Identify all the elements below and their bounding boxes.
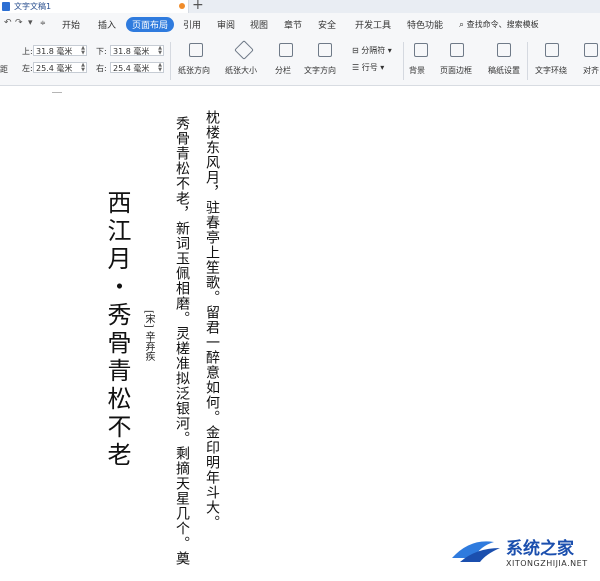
background-label: 背景 [409,66,425,75]
watermark-name: 系统之家 [506,539,574,559]
site-watermark: 系统之家 XITONGZHIJIA.NET [440,530,600,581]
line-numbers-icon: ☰ [352,63,360,72]
quick-access-more-icon[interactable]: ≑ [40,19,46,27]
align-label: 对齐 [583,66,599,75]
poem-line-second-column-text: 枕楼东风月，驻春亭上笙歌。留君一醉意如何。金印明年斗大。 [204,110,220,530]
text-direction-label: 文字方向 [304,66,336,75]
undo-icon[interactable]: ↶ [4,18,12,28]
poem-line-first-column-text: 秀骨青松不老，新词玉佩相磨。灵槎准拟泛银河。剩摘天星几个。奠 [174,116,190,566]
margin-top-value: 31.8 毫米 [36,47,73,56]
document-tab-title: 文字文稿1 [14,2,52,11]
stepper-icon[interactable]: ▲ ▼ [81,63,85,73]
writer-app-icon [2,2,10,11]
margin-left-field[interactable]: 25.4 毫米 ▲ ▼ [33,62,87,73]
margin-top-field[interactable]: 31.8 毫米 ▲ ▼ [33,45,87,56]
breaks-label: 分隔符 [361,46,386,55]
poem-line-first-column: 秀骨青松不老，新词玉佩相磨。灵槎准拟泛银河。剩摘天星几个。奠 [172,116,192,566]
orientation-label: 纸张方向 [178,66,210,75]
margin-bottom-value: 31.8 毫米 [113,47,150,56]
watermark-url: XITONGZHIJIA.NET [506,559,588,568]
command-search-label: 查找命令、搜索模板 [466,20,539,29]
document-tab[interactable]: 文字文稿1 [0,0,189,13]
page-layout-ribbon: 上: 31.8 毫米 ▲ ▼ 下: 31.8 毫米 ▲ ▼ 距 左: 25.4 毫米… [0,37,600,86]
text-wrap-label: 文字环绕 [535,66,567,75]
line-numbers-label: 行号 [361,63,378,72]
tab-home[interactable]: 开始 [62,18,80,31]
tab-references[interactable]: 引用 [183,18,201,31]
stepper-icon[interactable]: ▲ ▼ [158,46,162,56]
margins-edge-label: 距 [0,65,8,74]
text-wrap-icon [545,43,559,57]
tab-chapter[interactable]: 章节 [284,18,302,31]
tab-page-layout[interactable]: 页面布局 [126,17,175,32]
margin-right-field[interactable]: 25.4 毫米 ▲ ▼ [110,62,164,73]
margin-right-value: 25.4 毫米 [113,64,150,73]
align-icon [584,43,598,57]
background-icon [414,43,428,57]
margin-right-label: 右: [96,64,107,73]
unsaved-indicator-icon [179,3,185,9]
page-setup-label: 稿纸设置 [488,66,520,75]
tab-developer[interactable]: 开发工具 [355,18,391,31]
margin-corner-mark [52,92,62,93]
breaks-button[interactable]: ⊟ 分隔符 ▾ [352,45,392,56]
search-icon: ⌕ [459,20,465,30]
margin-left-value: 25.4 毫米 [36,64,73,73]
tab-review[interactable]: 审阅 [217,18,235,31]
margin-bottom-label: 下: [96,47,107,56]
poem-title: 西江月・秀骨青松不老 [103,190,131,470]
page-border-icon [450,43,464,57]
page-border-label: 页面边框 [440,66,472,75]
margin-bottom-field[interactable]: 31.8 毫米 ▲ ▼ [110,45,164,56]
page-setup-icon [497,43,511,57]
columns-label: 分栏 [275,66,291,75]
line-numbers-button[interactable]: ☰ 行号 ▾ [352,62,384,73]
ribbon-divider [170,42,171,80]
tab-insert[interactable]: 插入 [98,18,116,31]
orientation-icon [189,43,203,57]
stepper-icon[interactable]: ▲ ▼ [81,46,85,56]
document-page[interactable]: 西江月・秀骨青松不老 [宋] 辛弃疾 秀骨青松不老，新词玉佩相磨。灵槎准拟泛银河… [0,86,600,581]
ribbon-divider [527,42,528,80]
columns-icon [279,43,293,57]
tab-special-features[interactable]: 特色功能 [407,18,443,31]
margin-top-label: 上: [22,47,33,56]
ribbon-tab-bar: ↶ ↷ ▾ ≑ 开始 插入 页面布局 引用 审阅 视图 章节 安全 开发工具 特… [0,13,600,37]
new-tab-button[interactable]: + [192,0,204,13]
paper-size-icon [234,40,254,60]
poem-author: [宋] 辛弃疾 [143,310,154,361]
poem-line-second-column: 枕楼东风月，驻春亭上笙歌。留君一醉意如何。金印明年斗大。 [202,110,222,530]
tab-security[interactable]: 安全 [318,18,336,31]
watermark-logo-icon [452,541,500,562]
command-search[interactable]: ⌕ 查找命令、搜索模板 [459,19,539,30]
paper-size-label: 纸张大小 [225,66,257,75]
title-bar: 文字文稿1 + [0,0,600,13]
text-direction-icon [318,43,332,57]
quick-access-dropdown-icon[interactable]: ▾ [28,18,33,28]
ribbon-divider [403,42,404,80]
tab-view[interactable]: 视图 [250,18,268,31]
stepper-icon[interactable]: ▲ ▼ [158,63,162,73]
redo-icon[interactable]: ↷ [15,18,23,28]
breaks-icon: ⊟ [352,46,359,55]
margin-left-label: 左: [22,64,33,73]
